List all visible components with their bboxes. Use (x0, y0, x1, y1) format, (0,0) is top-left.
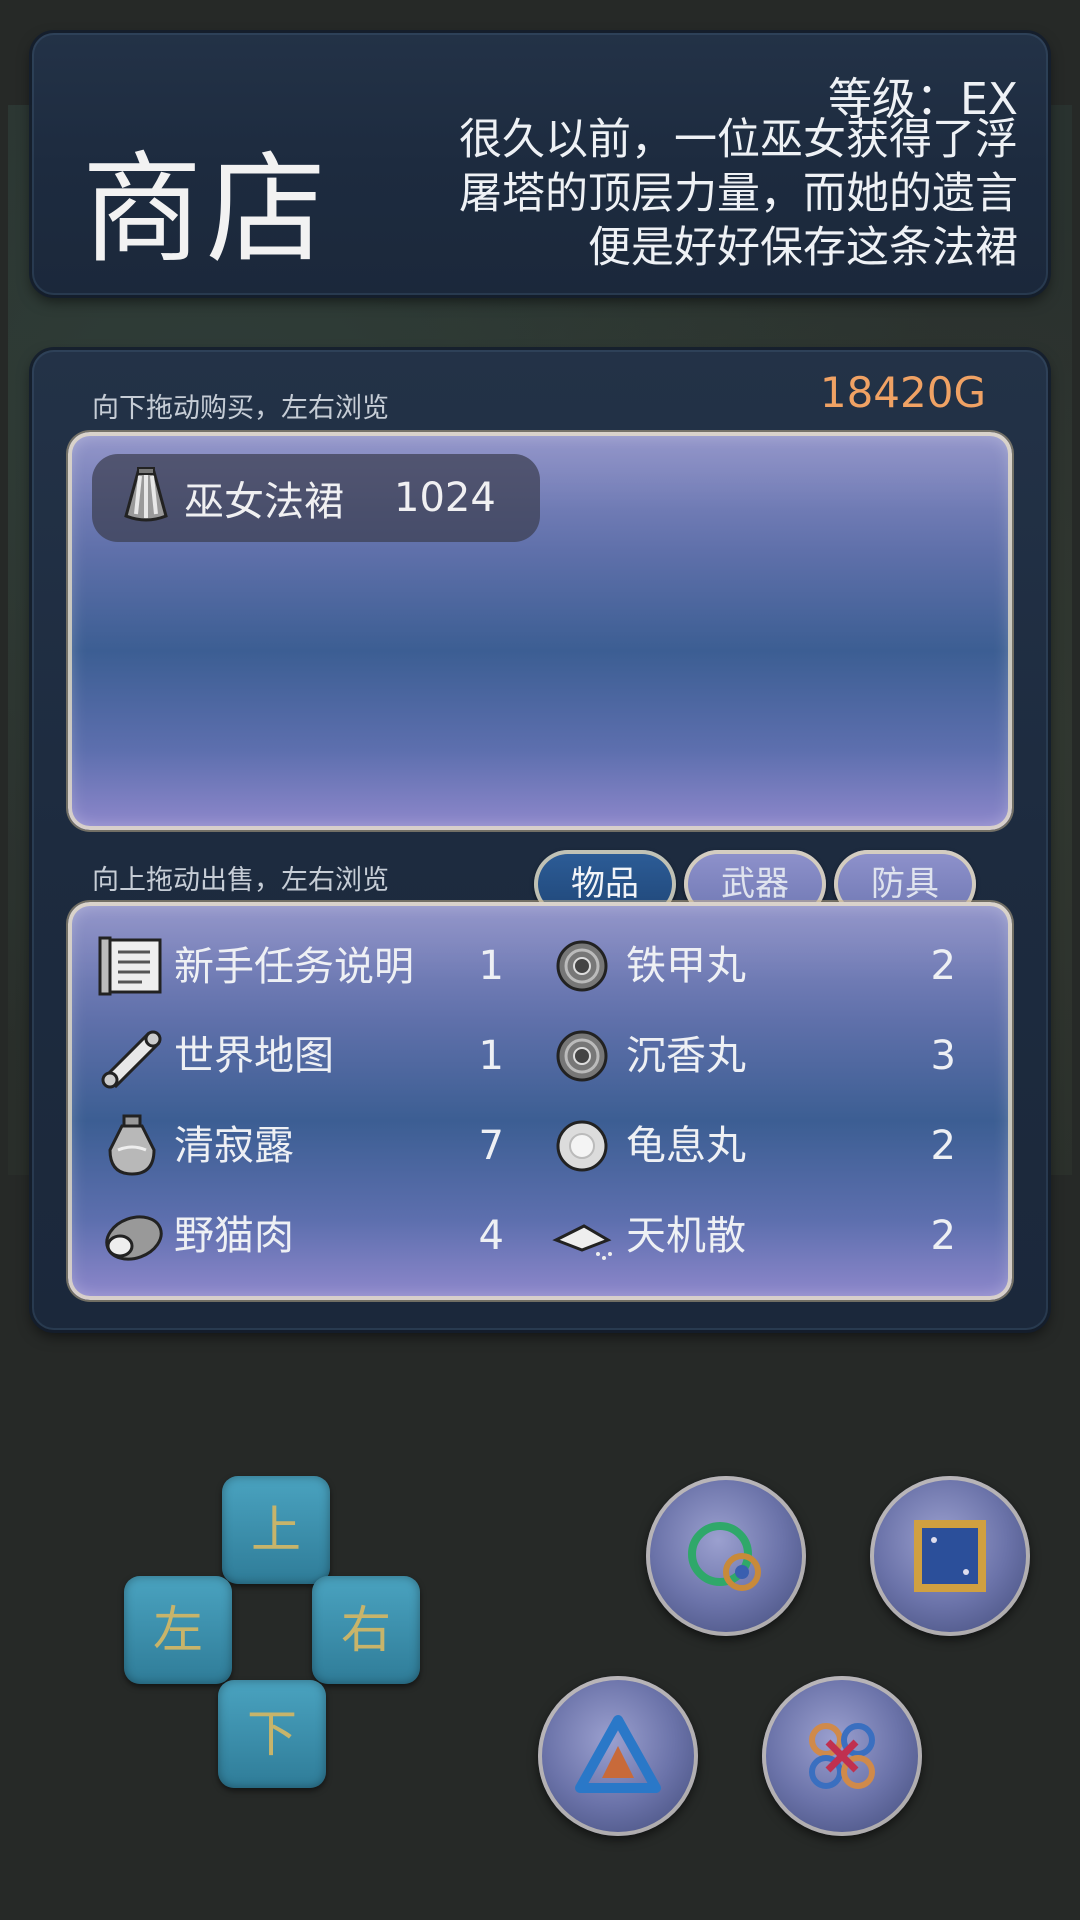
buy-item-price: 1024 (394, 475, 496, 521)
circle-icon (688, 1522, 761, 1591)
item-qty: 4 (478, 1213, 504, 1259)
powder-icon (548, 1200, 620, 1272)
item-qty: 1 (478, 1033, 504, 1079)
skirt-icon (116, 466, 176, 530)
buy-item[interactable]: 巫女法裙 1024 (92, 454, 540, 542)
meat-icon (96, 1200, 168, 1272)
item-name: 野猫肉 (174, 1213, 294, 1259)
triangle-action-button[interactable] (538, 1676, 698, 1836)
item-description: 很久以前，一位巫女获得了浮屠塔的顶层力量，而她的遗言便是好好保存这条法裙 (459, 115, 1018, 273)
map-icon (96, 1020, 168, 1092)
potion-icon (96, 1110, 168, 1182)
item-qty: 2 (930, 1213, 956, 1259)
cross-action-button[interactable] (762, 1676, 922, 1836)
item-name: 天机散 (626, 1213, 746, 1259)
dpad-up-button[interactable]: 上 (222, 1476, 330, 1584)
light-pill-icon (548, 1110, 620, 1182)
inventory-item[interactable]: 新手任务说明 1 (96, 926, 516, 1006)
inventory-item[interactable]: 天机散 2 (548, 1196, 968, 1276)
item-qty: 3 (930, 1033, 956, 1079)
inventory-item[interactable]: 世界地图 1 (96, 1016, 516, 1096)
dark-pill-icon (548, 1020, 620, 1092)
item-qty: 2 (930, 943, 956, 989)
inventory-item[interactable]: 清寂露 7 (96, 1106, 516, 1186)
scroll-icon (96, 930, 168, 1002)
dpad-right-button[interactable]: 右 (312, 1576, 420, 1684)
item-qty: 2 (930, 1123, 956, 1169)
buy-area[interactable]: 巫女法裙 1024 (68, 432, 1012, 830)
sell-area[interactable]: 新手任务说明 1 铁甲丸 2 世界地图 1 沉香丸 3 清寂露 7 龟息丸 2 … (68, 902, 1012, 1300)
item-name: 铁甲丸 (626, 943, 746, 989)
shop-panel: 向下拖动购买，左右浏览 18420G 巫女法裙 1024 向上拖动出售，左右浏览… (32, 350, 1048, 1330)
item-name: 龟息丸 (626, 1123, 746, 1169)
buy-item-name: 巫女法裙 (184, 479, 344, 525)
item-qty: 1 (478, 943, 504, 989)
gold-amount: 18420G (819, 368, 986, 417)
page-title: 商店 (82, 141, 330, 280)
circle-action-button[interactable] (646, 1476, 806, 1636)
dark-pill-icon (548, 930, 620, 1002)
shop-header-panel: 商店 等级：EX 很久以前，一位巫女获得了浮屠塔的顶层力量，而她的遗言便是好好保… (32, 33, 1048, 295)
square-icon (914, 1520, 986, 1592)
dpad-left-button[interactable]: 左 (124, 1576, 232, 1684)
cross-icon (809, 1723, 875, 1789)
item-name: 世界地图 (174, 1033, 334, 1079)
inventory-item[interactable]: 龟息丸 2 (548, 1106, 968, 1186)
item-name: 新手任务说明 (174, 944, 414, 990)
buy-hint: 向下拖动购买，左右浏览 (92, 393, 389, 424)
item-name: 沉香丸 (626, 1033, 746, 1079)
item-name: 清寂露 (174, 1123, 294, 1169)
inventory-item[interactable]: 沉香丸 3 (548, 1016, 968, 1096)
inventory-item[interactable]: 铁甲丸 2 (548, 926, 968, 1006)
sell-hint: 向上拖动出售，左右浏览 (92, 865, 389, 896)
inventory-item[interactable]: 野猫肉 4 (96, 1196, 516, 1276)
dpad-down-button[interactable]: 下 (218, 1680, 326, 1788)
square-action-button[interactable] (870, 1476, 1030, 1636)
item-qty: 7 (478, 1123, 504, 1169)
triangle-icon (575, 1715, 661, 1793)
